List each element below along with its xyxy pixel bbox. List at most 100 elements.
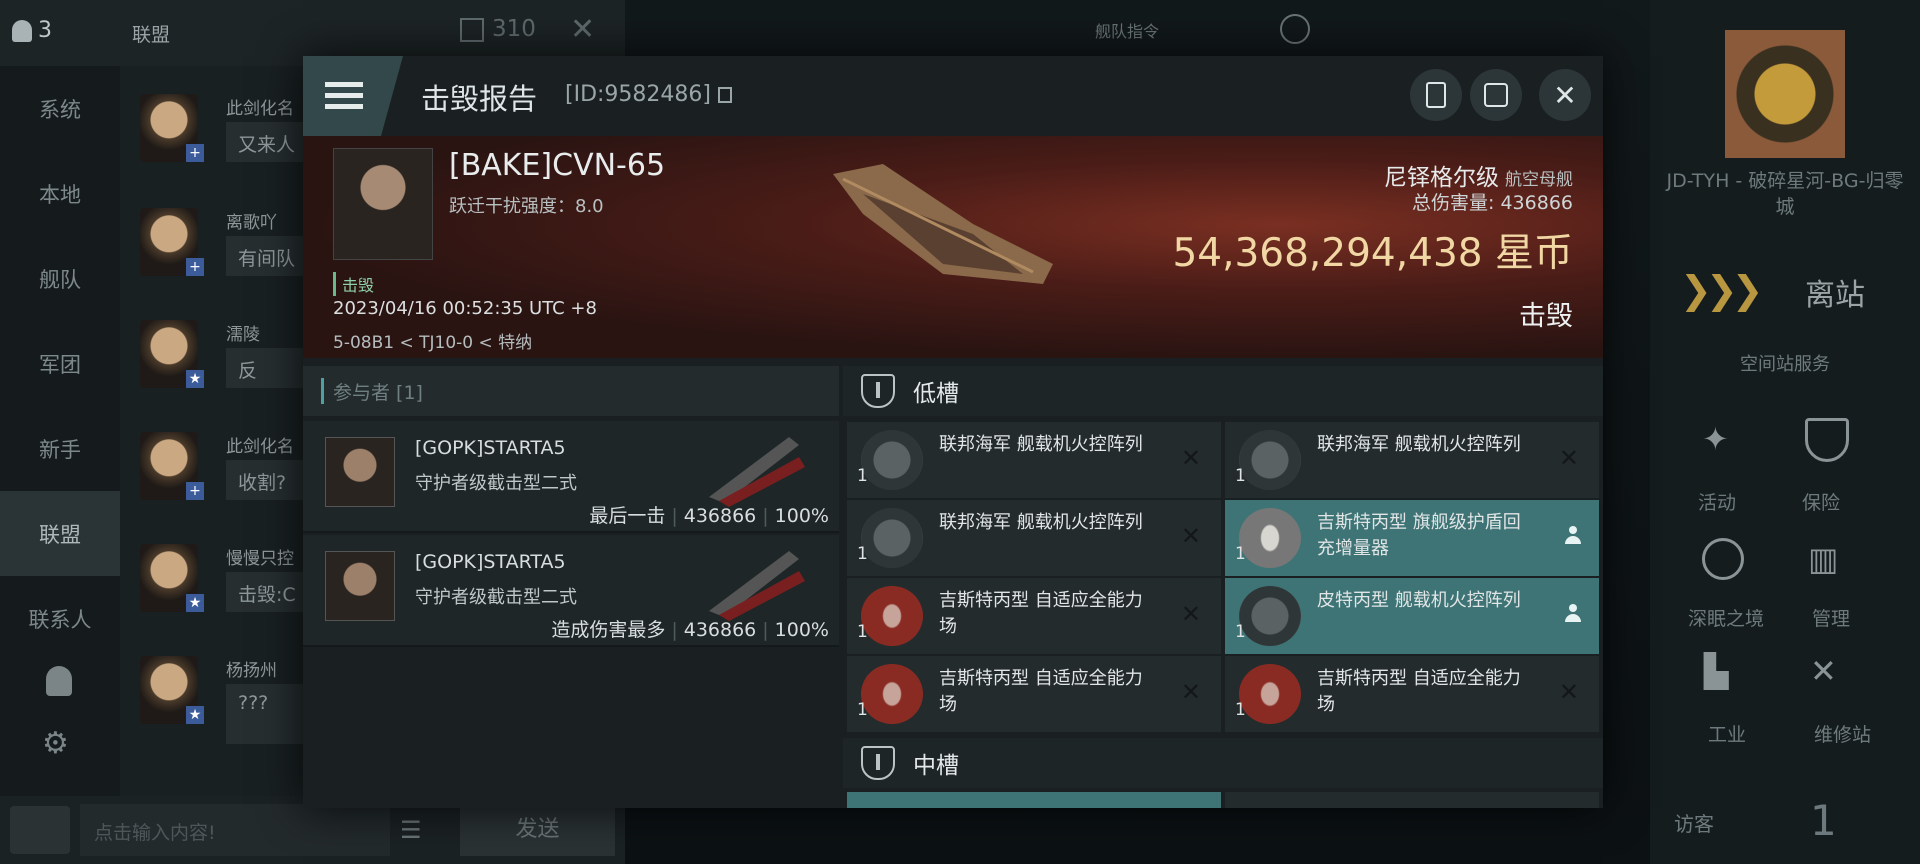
service-deep-sleep[interactable]: 深眠之境 — [1688, 604, 1764, 631]
channel-count-value: 3 — [38, 18, 52, 43]
participant-percent: 100% — [774, 505, 829, 527]
dialog-title: 击毁报告 — [421, 82, 538, 116]
menu-line — [325, 104, 363, 109]
kill-tag: 击毁 — [333, 272, 374, 296]
module-icon — [1239, 664, 1301, 724]
service-manage[interactable]: 管理 — [1812, 604, 1850, 631]
nav-contacts[interactable]: 联系人 — [0, 576, 120, 661]
undock-button[interactable]: 离站 — [1805, 270, 1865, 314]
station-services-label: 空间站服务 — [1740, 354, 1830, 375]
participant-damage: 436866 — [683, 505, 757, 527]
nav-alliance[interactable]: 联盟 — [0, 491, 120, 576]
low-slot-icon — [861, 374, 895, 408]
deep-sleep-icon[interactable] — [1702, 538, 1744, 580]
plus-icon: + — [186, 144, 204, 162]
victim-pilot-name[interactable]: [BAKE]CVN-65 — [449, 148, 665, 183]
module-name: 吉斯特丙型 自适应全能力场 — [1317, 668, 1521, 715]
participant-role: 最后一击 — [589, 505, 666, 527]
profile-icon[interactable] — [46, 666, 72, 696]
participant-stats: 最后一击 | 436866 | 100% — [589, 505, 829, 527]
module-icon — [861, 586, 923, 646]
manage-icon[interactable]: ▥ — [1808, 540, 1838, 578]
service-repair[interactable]: 维修站 — [1814, 720, 1871, 747]
module-slot-partial[interactable] — [1225, 792, 1599, 808]
clipboard-button[interactable] — [1410, 69, 1462, 121]
module-slot[interactable]: 1 吉斯特丙型 自适应全能力场 ✕ — [847, 656, 1221, 732]
module-icon — [1239, 586, 1301, 646]
share-button[interactable] — [1470, 69, 1522, 121]
service-insurance[interactable]: 保险 — [1802, 488, 1840, 515]
station-panel: JD-TYH - 破碎星河-BG-归零城 ❯❯❯ 离站 空间站服务 ✦ 活动 保… — [1650, 0, 1920, 864]
service-activity[interactable]: 活动 — [1698, 488, 1736, 515]
fleet-command-label[interactable]: 舰队指令 — [1095, 18, 1159, 42]
module-name: 吉斯特丙型 自适应全能力场 — [939, 590, 1143, 637]
module-name: 联邦海军 舰载机火控阵列 — [1317, 434, 1521, 455]
participant-role: 造成伤害最多 — [551, 619, 666, 641]
repair-icon[interactable]: ✕ — [1810, 652, 1837, 690]
dropped-user-icon — [1565, 604, 1581, 624]
victim-portrait[interactable] — [333, 148, 433, 260]
insurance-shield-icon[interactable] — [1805, 418, 1849, 462]
participant-stats: 造成伤害最多 | 436866 | 100% — [551, 619, 829, 641]
close-chat-icon[interactable]: ✕ — [570, 12, 595, 47]
mid-slot-label: 中槽 — [913, 753, 959, 779]
keyboard-icon[interactable] — [10, 806, 70, 854]
module-slot[interactable]: 1 吉斯特丙型 自适应全能力场 ✕ — [1225, 656, 1599, 732]
module-slot[interactable]: 1 吉斯特丙型 旗舰级护盾回充增量器 — [1225, 500, 1599, 576]
participant-row[interactable]: [GOPK]STARTA5 守护者级截击型二式 造成伤害最多 | 436866 | 10… — [303, 535, 839, 647]
star-icon: ★ — [186, 370, 204, 388]
module-slot[interactable]: 1 联邦海军 舰载机火控阵列 ✕ — [847, 500, 1221, 576]
ship-class: 航空母舰 — [1505, 170, 1573, 190]
menu-line — [325, 93, 363, 98]
copy-icon[interactable] — [718, 87, 732, 103]
avatar: ★ — [140, 544, 204, 612]
plus-icon: + — [186, 258, 204, 276]
module-slot[interactable]: 1 皮特丙型 舰载机火控阵列 — [1225, 578, 1599, 654]
visitors-count: 1 — [1810, 796, 1837, 845]
module-icon — [861, 664, 923, 724]
party-icon[interactable]: ✦ — [1702, 420, 1729, 458]
channel-count[interactable]: 3 — [12, 18, 52, 43]
menu-button[interactable] — [303, 56, 403, 136]
participants-header: 参与者 [1] — [303, 366, 839, 416]
avatar: + — [140, 94, 204, 162]
module-slot[interactable]: 1 吉斯特丙型 自适应全能力场 ✕ — [847, 578, 1221, 654]
clock-icon[interactable] — [1280, 14, 1310, 44]
isk-amount: 54,368,294,438 — [1172, 231, 1483, 276]
module-slot-partial[interactable] — [847, 792, 1221, 808]
avatar: ★ — [140, 320, 204, 388]
report-id[interactable]: [ID:9582486] — [565, 82, 732, 107]
service-industry[interactable]: 工业 — [1708, 720, 1746, 747]
ship-name[interactable]: 尼铎格尔级 航空母舰 — [1384, 158, 1573, 192]
send-button[interactable]: 发送 — [460, 804, 615, 856]
kill-location[interactable]: 5-08B1 < TJ10-0 < 特纳 — [333, 328, 532, 353]
plus-icon: + — [186, 482, 204, 500]
close-icon[interactable]: ✕ — [1539, 69, 1591, 121]
menu-icon[interactable]: ☰ — [400, 816, 422, 844]
clipboard-icon — [1426, 82, 1446, 108]
industry-icon[interactable]: ▙ — [1704, 652, 1729, 690]
avatar: + — [140, 208, 204, 276]
module-name: 联邦海军 舰载机火控阵列 — [939, 434, 1143, 455]
user-icon — [12, 20, 32, 42]
module-slot[interactable]: 1 联邦海军 舰载机火控阵列 ✕ — [847, 422, 1221, 498]
nav-newbie[interactable]: 新手 — [0, 406, 120, 491]
settings-gear-icon[interactable]: ⚙ — [42, 726, 69, 761]
channel-title: 联盟 — [132, 24, 171, 46]
module-qty: 1 — [857, 700, 868, 720]
participant-row[interactable]: [GOPK]STARTA5 守护者级截击型二式 最后一击 | 436866 | 100% — [303, 421, 839, 533]
chat-sender: 此剑化名 — [226, 437, 294, 457]
participant-damage: 436866 — [683, 619, 757, 641]
module-slot[interactable]: 1 联邦海军 舰载机火控阵列 ✕ — [1225, 422, 1599, 498]
chat-input[interactable]: 点击输入内容! — [80, 804, 390, 856]
chat-sender: 慢慢只控 — [226, 549, 294, 569]
note-icon — [460, 17, 484, 42]
isk-unit: 星币 — [1494, 231, 1573, 276]
nav-system[interactable]: 系统 — [0, 66, 120, 151]
nav-fleet[interactable]: 舰队 — [0, 236, 120, 321]
nav-local[interactable]: 本地 — [0, 151, 120, 236]
victim-summary: [BAKE]CVN-65 跃迁干扰强度：8.0 击毁 2023/04/16 00… — [303, 136, 1603, 358]
participant-ship: 守护者级截击型二式 — [415, 473, 577, 494]
nav-corp[interactable]: 军团 — [0, 321, 120, 406]
menu-line — [325, 82, 363, 87]
